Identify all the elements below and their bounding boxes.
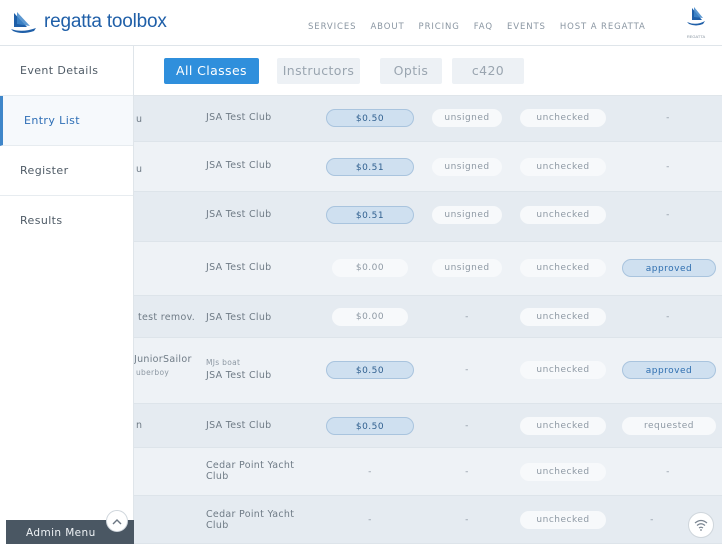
waiver-status: unsigned bbox=[432, 158, 502, 176]
fee-badge[interactable]: $0.50 bbox=[326, 361, 414, 379]
table-row[interactable]: Cedar Point Yacht Club - - unchecked - bbox=[134, 448, 722, 496]
nav-services[interactable]: SERVICES bbox=[308, 22, 356, 32]
nav-host-a-regatta[interactable]: HOST A REGATTA bbox=[560, 22, 646, 32]
club-name: Cedar Point Yacht Club bbox=[206, 509, 295, 531]
admin-menu[interactable]: Admin Menu bbox=[6, 510, 134, 544]
club-name: JSA Test Club bbox=[206, 420, 272, 431]
club-name: JSA Test Club bbox=[206, 370, 272, 381]
approval-status: - bbox=[666, 312, 670, 322]
table-row[interactable]: JSA Test Club $0.00 unsigned unchecked a… bbox=[134, 242, 722, 296]
nav-pricing[interactable]: PRICING bbox=[419, 22, 460, 32]
sidebar: Event Details Entry List Register Result… bbox=[0, 46, 134, 544]
brand-name: regatta toolbox bbox=[44, 11, 167, 32]
approval-status[interactable]: approved bbox=[622, 259, 716, 277]
sidebar-item-entry-list[interactable]: Entry List bbox=[0, 96, 133, 146]
tab-instructors[interactable]: Instructors bbox=[277, 58, 360, 84]
club-name: JSA Test Club bbox=[206, 262, 272, 273]
sailor-name: JuniorSailor bbox=[134, 354, 192, 365]
check-status[interactable]: unchecked bbox=[520, 206, 606, 224]
club-name: JSA Test Club bbox=[206, 312, 272, 323]
wifi-icon bbox=[694, 519, 708, 531]
fee-badge: - bbox=[368, 467, 372, 477]
sidebar-item-event-details[interactable]: Event Details bbox=[0, 46, 133, 96]
check-status[interactable]: unchecked bbox=[520, 109, 606, 127]
approval-status[interactable]: requested bbox=[622, 417, 716, 435]
table-row[interactable]: n JSA Test Club $0.50 - unchecked reques… bbox=[134, 404, 722, 448]
check-status[interactable]: unchecked bbox=[520, 417, 606, 435]
waiver-status: - bbox=[465, 515, 469, 525]
table-row[interactable]: JSA Test Club $0.51 unsigned unchecked - bbox=[134, 192, 722, 242]
fee-badge[interactable]: $0.50 bbox=[326, 417, 414, 435]
approval-status: - bbox=[666, 113, 670, 123]
corner-logo-label: REGATTA bbox=[686, 34, 706, 39]
table-row[interactable]: u JSA Test Club $0.50 unsigned unchecked… bbox=[134, 96, 722, 142]
sailor-name: u bbox=[136, 164, 143, 175]
table-row[interactable]: JuniorSailor uberboy MJs boat JSA Test C… bbox=[134, 338, 722, 404]
approval-status: - bbox=[666, 210, 670, 220]
waiver-status: - bbox=[465, 312, 469, 322]
sailboat-icon bbox=[11, 12, 36, 33]
boat-name: MJs boat bbox=[206, 358, 241, 367]
approval-status: - bbox=[666, 162, 670, 172]
waiver-status: unsigned bbox=[432, 109, 502, 127]
nav-events[interactable]: EVENTS bbox=[507, 22, 546, 32]
main-nav: SERVICES ABOUT PRICING FAQ EVENTS HOST A… bbox=[308, 22, 660, 32]
sailboat-icon bbox=[687, 7, 705, 26]
nav-faq[interactable]: FAQ bbox=[474, 22, 493, 32]
chevron-up-icon bbox=[112, 518, 122, 524]
check-status[interactable]: unchecked bbox=[520, 259, 606, 277]
waiver-status: - bbox=[465, 365, 469, 375]
check-status[interactable]: unchecked bbox=[520, 361, 606, 379]
admin-menu-label: Admin Menu bbox=[26, 527, 96, 539]
fee-badge[interactable]: $0.50 bbox=[326, 109, 414, 127]
check-status[interactable]: unchecked bbox=[520, 463, 606, 481]
sidebar-item-register[interactable]: Register bbox=[0, 146, 133, 196]
table-row[interactable]: u JSA Test Club $0.51 unsigned unchecked… bbox=[134, 142, 722, 192]
check-status[interactable]: unchecked bbox=[520, 511, 606, 529]
admin-menu-toggle[interactable] bbox=[106, 510, 128, 532]
sailor-name: n bbox=[136, 420, 143, 431]
waiver-status: unsigned bbox=[432, 206, 502, 224]
tab-c420[interactable]: c420 bbox=[452, 58, 524, 84]
waiver-status: - bbox=[465, 421, 469, 431]
corner-logo[interactable]: REGATTA bbox=[682, 6, 710, 40]
club-name: JSA Test Club bbox=[206, 112, 272, 123]
connection-status-button[interactable] bbox=[688, 512, 714, 538]
entry-list-table: u JSA Test Club $0.50 unsigned unchecked… bbox=[134, 96, 722, 544]
sailor-name: u bbox=[136, 114, 143, 125]
check-status[interactable]: unchecked bbox=[520, 308, 606, 326]
brand-logo[interactable]: regatta toolbox bbox=[10, 10, 167, 34]
waiver-status: unsigned bbox=[432, 259, 502, 277]
fee-badge[interactable]: $0.00 bbox=[332, 259, 408, 277]
tab-optis[interactable]: Optis bbox=[380, 58, 442, 84]
club-name: JSA Test Club bbox=[206, 209, 272, 220]
sidebar-item-results[interactable]: Results bbox=[0, 196, 133, 246]
nav-about[interactable]: ABOUT bbox=[370, 22, 404, 32]
sailor-username: uberboy bbox=[136, 368, 170, 377]
approval-status: - bbox=[666, 467, 670, 477]
table-row[interactable]: Cedar Point Yacht Club - - unchecked - bbox=[134, 496, 722, 544]
fee-badge[interactable]: $0.51 bbox=[326, 158, 414, 176]
top-bar: regatta toolbox SERVICES ABOUT PRICING F… bbox=[0, 0, 722, 46]
fee-badge: - bbox=[368, 515, 372, 525]
club-name: JSA Test Club bbox=[206, 160, 272, 171]
tab-all-classes[interactable]: All Classes bbox=[164, 58, 259, 84]
sailor-name: test remov. bbox=[138, 312, 196, 323]
waiver-status: - bbox=[465, 467, 469, 477]
class-tabs: All Classes Instructors Optis c420 bbox=[134, 46, 722, 96]
table-row[interactable]: test remov. JSA Test Club $0.00 - unchec… bbox=[134, 296, 722, 338]
check-status[interactable]: unchecked bbox=[520, 158, 606, 176]
approval-status[interactable]: approved bbox=[622, 361, 716, 379]
fee-badge[interactable]: $0.00 bbox=[332, 308, 408, 326]
fee-badge[interactable]: $0.51 bbox=[326, 206, 414, 224]
approval-status: - bbox=[650, 515, 654, 525]
club-name: Cedar Point Yacht Club bbox=[206, 460, 295, 482]
